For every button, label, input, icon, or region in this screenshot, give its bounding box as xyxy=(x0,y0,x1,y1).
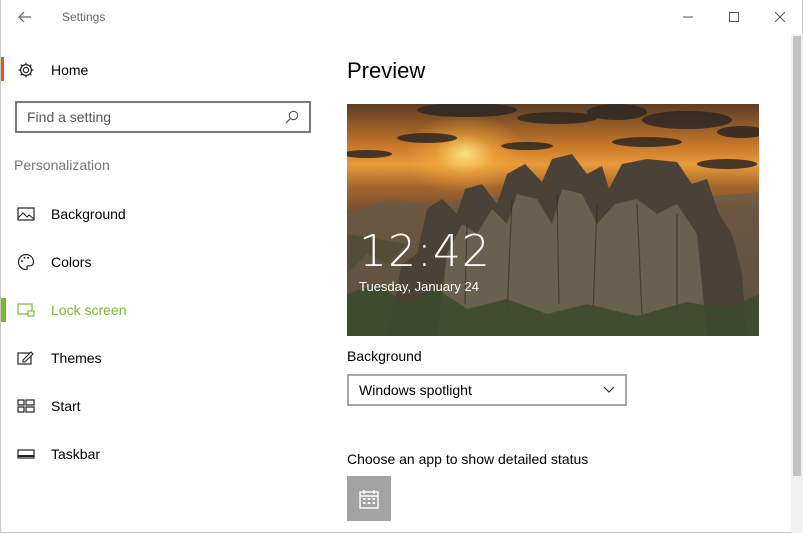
lock-screen-preview: 12:42 Tuesday, January 24 xyxy=(347,104,759,336)
nav-item-label: Taskbar xyxy=(51,446,101,462)
scrollbar-thumb[interactable] xyxy=(793,36,801,476)
page-title: Preview xyxy=(347,58,426,83)
nav-item-taskbar[interactable]: Taskbar xyxy=(1,430,321,478)
close-button[interactable] xyxy=(757,0,803,34)
nav-item-label: Start xyxy=(51,398,81,414)
minimize-button[interactable] xyxy=(665,0,711,34)
picture-icon xyxy=(17,205,35,223)
lock-screen-icon xyxy=(17,301,35,319)
maximize-button[interactable] xyxy=(711,0,757,34)
calendar-icon xyxy=(359,489,379,509)
themes-icon xyxy=(17,349,35,367)
maximize-icon xyxy=(729,12,739,22)
palette-icon xyxy=(17,253,35,271)
preview-time: 12:42 xyxy=(359,226,491,277)
search-icon[interactable] xyxy=(283,108,301,126)
minimize-icon xyxy=(683,16,693,18)
status-app-button[interactable] xyxy=(347,476,391,521)
taskbar-icon xyxy=(17,445,35,463)
landscape-image xyxy=(347,104,759,336)
nav-item-colors[interactable]: Colors xyxy=(1,238,321,286)
nav-item-background[interactable]: Background xyxy=(1,190,321,238)
nav-item-themes[interactable]: Themes xyxy=(1,334,321,382)
status-app-label: Choose an app to show detailed status xyxy=(347,451,589,467)
title-bar: Settings xyxy=(1,0,803,34)
close-icon xyxy=(775,12,785,22)
nav-home[interactable]: Home xyxy=(17,58,88,82)
preview-date: Tuesday, January 24 xyxy=(359,279,479,294)
start-icon xyxy=(17,397,35,415)
back-button[interactable] xyxy=(1,0,49,34)
section-label: Personalization xyxy=(14,157,110,173)
nav-list: Background Colors Lock screen Themes Sta… xyxy=(1,190,321,478)
chevron-down-icon xyxy=(603,386,615,394)
nav-item-lock-screen[interactable]: Lock screen xyxy=(1,286,321,334)
background-dropdown-value: Windows spotlight xyxy=(359,382,472,398)
search-box[interactable] xyxy=(15,101,311,133)
background-dropdown[interactable]: Windows spotlight xyxy=(347,374,627,406)
background-label: Background xyxy=(347,348,422,364)
home-accent-strip xyxy=(1,57,4,81)
nav-item-label: Themes xyxy=(51,350,102,366)
nav-item-label: Lock screen xyxy=(51,302,127,318)
scrollbar[interactable] xyxy=(791,34,803,533)
gear-icon xyxy=(18,62,34,78)
nav-home-label: Home xyxy=(51,62,89,78)
window-title: Settings xyxy=(62,10,106,24)
back-arrow-icon xyxy=(18,11,31,23)
nav-item-label: Colors xyxy=(51,254,92,270)
nav-item-label: Background xyxy=(51,206,126,222)
settings-window: Settings Home Personalization xyxy=(0,0,803,533)
nav-item-start[interactable]: Start xyxy=(1,382,321,430)
search-input[interactable] xyxy=(27,109,283,125)
